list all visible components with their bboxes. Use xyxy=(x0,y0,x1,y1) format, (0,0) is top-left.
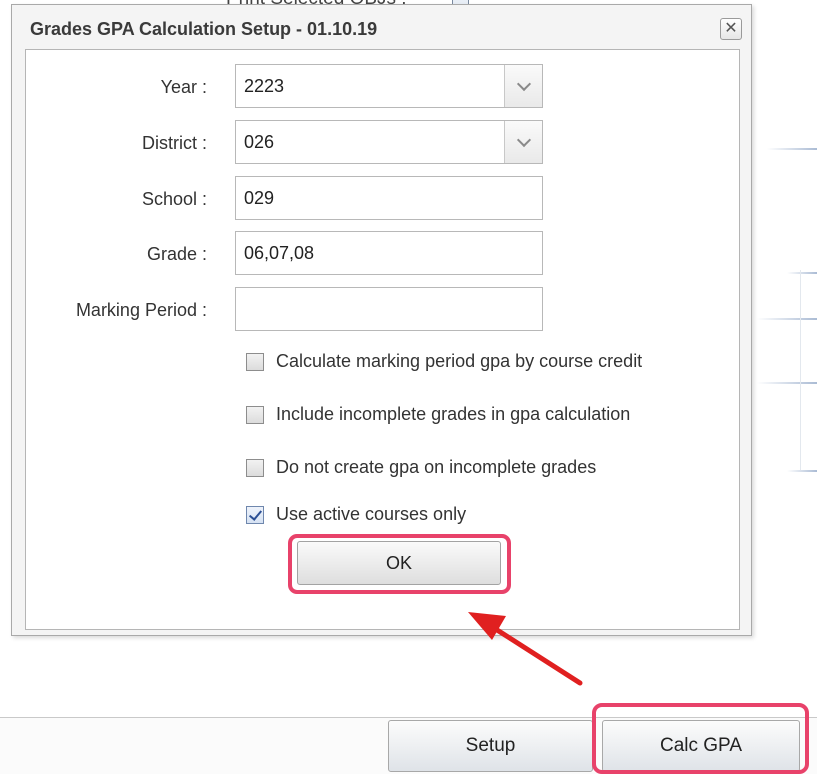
school-value: 029 xyxy=(244,188,275,208)
option-calc-by-credit[interactable]: Calculate marking period gpa by course c… xyxy=(246,351,642,372)
option-active-courses-only[interactable]: Use active courses only xyxy=(246,504,466,525)
checkbox[interactable] xyxy=(246,352,264,371)
school-field[interactable]: 029 xyxy=(235,176,543,220)
chevron-down-icon xyxy=(516,132,531,147)
district-dropdown-button[interactable] xyxy=(504,121,542,163)
background-column-line xyxy=(800,270,801,470)
background-divider xyxy=(757,318,817,320)
chevron-down-icon xyxy=(516,76,531,91)
option-label: Include incomplete grades in gpa calcula… xyxy=(276,404,631,424)
checkbox[interactable] xyxy=(246,405,264,424)
option-label: Calculate marking period gpa by course c… xyxy=(276,351,643,371)
background-divider xyxy=(767,148,817,150)
year-select[interactable]: 2223 xyxy=(235,64,543,108)
option-no-gpa-incomplete[interactable]: Do not create gpa on incomplete grades xyxy=(246,457,596,478)
grade-label: Grade : xyxy=(146,244,207,264)
option-include-incomplete[interactable]: Include incomplete grades in gpa calcula… xyxy=(246,404,630,425)
calc-gpa-highlight-box xyxy=(592,703,809,774)
dialog-title: Grades GPA Calculation Setup - 01.10.19 xyxy=(30,19,378,39)
background-divider xyxy=(787,470,817,472)
close-button[interactable]: ✕ xyxy=(720,18,742,40)
option-label: Use active courses only xyxy=(276,504,467,524)
district-label: District : xyxy=(142,133,207,153)
year-value: 2223 xyxy=(244,76,285,96)
ok-button[interactable]: OK xyxy=(297,541,501,585)
background-divider xyxy=(787,272,817,274)
checkmark-icon xyxy=(248,506,263,521)
year-label: Year : xyxy=(160,77,207,97)
option-label: Do not create gpa on incomplete grades xyxy=(276,457,597,477)
background-divider xyxy=(757,382,817,384)
year-dropdown-button[interactable] xyxy=(504,65,542,107)
grade-value: 06,07,08 xyxy=(244,243,315,263)
district-value: 026 xyxy=(244,132,275,152)
checkbox-checked[interactable] xyxy=(246,505,264,524)
setup-button[interactable]: Setup xyxy=(388,720,593,772)
checkbox[interactable] xyxy=(246,458,264,477)
grade-field[interactable]: 06,07,08 xyxy=(235,231,543,275)
marking-period-label: Marking Period : xyxy=(75,300,207,320)
school-label: School : xyxy=(141,189,207,209)
district-select[interactable]: 026 xyxy=(235,120,543,164)
close-icon: ✕ xyxy=(724,20,738,37)
marking-period-field[interactable] xyxy=(235,287,543,331)
dialog-content-panel: Year : 2223 District : 026 School : 029 … xyxy=(25,49,740,630)
gpa-setup-dialog: Grades GPA Calculation Setup - 01.10.19 … xyxy=(11,4,752,636)
